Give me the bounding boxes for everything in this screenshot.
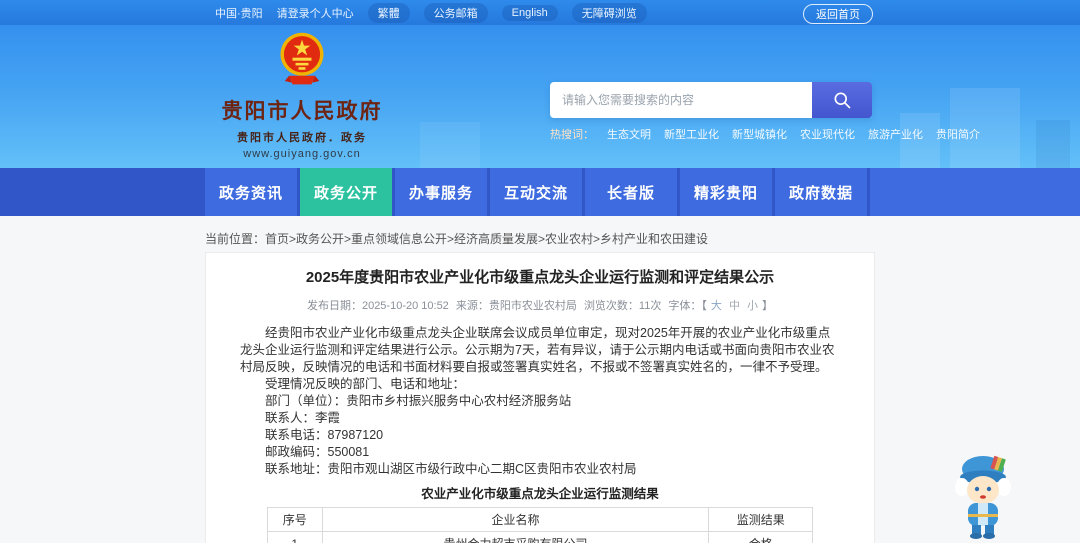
header-cell-no: 序号: [267, 507, 323, 532]
table-header-row: 序号 企业名称 监测结果: [267, 507, 813, 532]
paragraph: 受理情况反映的部门、电话和地址：: [265, 377, 466, 391]
header-cell-name: 企业名称: [321, 507, 710, 532]
font-size-medium[interactable]: 中: [729, 300, 740, 312]
contact-phone: 联系电话：87987120: [265, 428, 384, 442]
mascot-assistant[interactable]: [948, 448, 1018, 540]
return-home-button[interactable]: 返回首页: [803, 4, 873, 24]
site-logo[interactable]: 贵阳市人民政府 贵阳市人民政府．政务 www.guiyang.gov.cn: [212, 31, 392, 160]
cityscape-decoration: [1036, 120, 1070, 168]
nav-tab-banshi-fuwu[interactable]: 办事服务: [395, 168, 487, 216]
cell-result: 合格: [708, 531, 813, 543]
font-size-label: 字体：【: [668, 300, 707, 312]
table-title: 农业产业化市级重点龙头企业运行监测结果: [421, 487, 659, 501]
site-url: www.guiyang.gov.cn: [243, 148, 361, 160]
monitor-result-table: 序号 企业名称 监测结果 1 贵州合力超市采购有限公司 合格 2 贵州友禾种业有…: [267, 507, 813, 543]
hot-search-row: 热搜词： 生态文明 新型工业化 新型城镇化 农业现代化 旅游产业化 贵阳简介: [550, 126, 980, 142]
article-card: 2025年度贵阳市农业产业化市级重点龙头企业运行监测和评定结果公示 发布日期：2…: [205, 252, 875, 543]
topbar-link-accessibility[interactable]: 无障碍浏览: [571, 2, 647, 23]
hot-word[interactable]: 农业现代化: [800, 126, 855, 142]
publish-date: 发布日期：2025-10-20 10:52: [306, 300, 449, 312]
contact-address: 联系地址：贵阳市观山湖区市级行政中心二期C区贵阳市农业农村局: [265, 462, 637, 476]
breadcrumb-label: 当前位置：: [205, 232, 266, 246]
article-meta: 发布日期：2025-10-20 10:52 来源：贵阳市农业农村局 浏览次数：1…: [240, 297, 840, 313]
topbar-link-login[interactable]: 请登录个人中心: [277, 5, 354, 21]
nav-tab-jingcai-guiyang[interactable]: 精彩贵阳: [680, 168, 772, 216]
national-emblem-icon: [280, 32, 324, 85]
table-row: 1 贵州合力超市采购有限公司 合格: [267, 531, 813, 543]
nav-tab-zhangzheban[interactable]: 长者版: [585, 168, 677, 216]
view-count: 浏览次数：11次: [583, 300, 662, 312]
article-source: 来源：贵阳市农业农村局: [455, 300, 577, 312]
breadcrumb: 当前位置：首页>政务公开>重点领域信息公开>经济高质量发展>农业农村>乡村产业和…: [205, 230, 708, 247]
contact-department: 部门（单位）：贵阳市乡村振兴服务中心农村经济服务站: [265, 394, 572, 408]
hot-word[interactable]: 贵阳简介: [936, 126, 980, 142]
topbar-links: 中国·贵阳 请登录个人中心 繁體 公务邮箱 English 无障碍浏览: [215, 2, 647, 23]
site-subtitle: 贵阳市人民政府．政务: [237, 132, 367, 144]
topbar-link-region[interactable]: 中国·贵阳: [215, 5, 263, 21]
nav-tab-zhengfu-shuju[interactable]: 政府数据: [775, 168, 867, 216]
search-input[interactable]: [550, 82, 812, 118]
main-nav: 政务资讯 政务公开 办事服务 互动交流 长者版 精彩贵阳 政府数据: [0, 168, 1080, 216]
hot-word[interactable]: 新型城镇化: [732, 126, 787, 142]
postal-code: 邮政编码：550081: [265, 445, 370, 459]
site-name: 贵阳市人民政府: [221, 100, 383, 123]
nav-filler: [870, 168, 1080, 216]
page: 中国·贵阳 请登录个人中心 繁體 公务邮箱 English 无障碍浏览 返回首页: [0, 0, 1080, 543]
nav-tab-zhengwu-zixun[interactable]: 政务资讯: [205, 168, 297, 216]
cityscape-decoration: [420, 122, 480, 168]
nav-tab-zhengwu-gongkai[interactable]: 政务公开: [300, 168, 392, 216]
breadcrumb-path[interactable]: 首页>政务公开>重点领域信息公开>经济高质量发展>农业农村>乡村产业和农田建设: [265, 232, 708, 246]
cell-company: 贵州合力超市采购有限公司: [321, 531, 710, 543]
cell-no: 1: [267, 531, 323, 543]
hot-search-label: 热搜词：: [550, 129, 594, 141]
header-cell-result: 监测结果: [708, 507, 813, 532]
font-size-small[interactable]: 小: [747, 300, 758, 312]
search-icon: [834, 92, 851, 109]
hot-word[interactable]: 旅游产业化: [868, 126, 923, 142]
font-size-large[interactable]: 大: [711, 300, 722, 312]
font-size-bracket: 】: [762, 300, 774, 312]
article-title: 2025年度贵阳市农业产业化市级重点龙头企业运行监测和评定结果公示: [305, 269, 775, 286]
paragraph: 经贵阳市农业产业化市级重点龙头企业联席会议成员单位审定，现对2025年开展的农业…: [240, 326, 835, 374]
search-button[interactable]: [812, 82, 872, 118]
topbar-link-english[interactable]: English: [501, 4, 558, 21]
hot-word[interactable]: 生态文明: [607, 126, 651, 142]
topbar-link-traditional[interactable]: 繁體: [367, 2, 410, 23]
top-utility-bar: 中国·贵阳 请登录个人中心 繁體 公务邮箱 English 无障碍浏览 返回首页: [0, 0, 1080, 25]
article-body: 经贵阳市农业产业化市级重点龙头企业联席会议成员单位审定，现对2025年开展的农业…: [240, 325, 840, 478]
nav-tab-hudong-jiaoliu[interactable]: 互动交流: [490, 168, 582, 216]
hot-word[interactable]: 新型工业化: [664, 126, 719, 142]
search-area: 热搜词： 生态文明 新型工业化 新型城镇化 农业现代化 旅游产业化 贵阳简介: [550, 82, 980, 142]
site-header: 贵阳市人民政府 贵阳市人民政府．政务 www.guiyang.gov.cn 热搜…: [0, 25, 1080, 168]
contact-person: 联系人：李霞: [265, 411, 341, 425]
topbar-link-mail[interactable]: 公务邮箱: [423, 2, 488, 23]
